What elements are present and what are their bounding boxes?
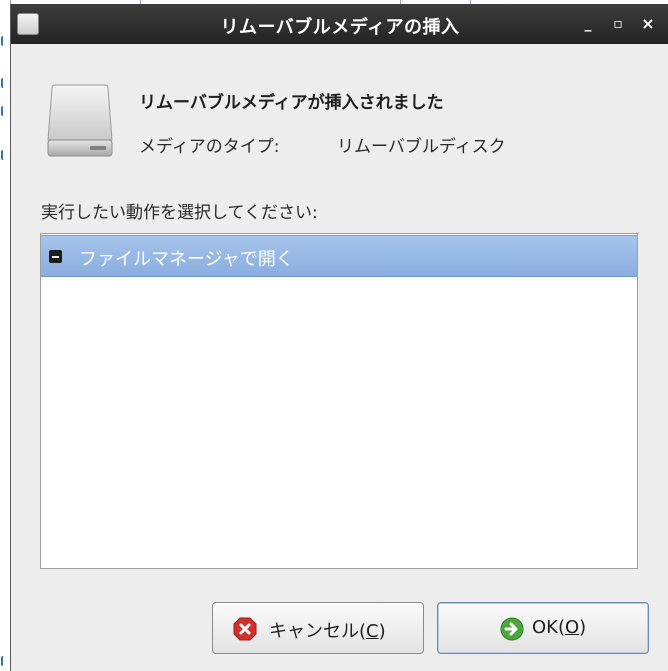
action-list[interactable]: ファイルマネージャで開く: [40, 233, 638, 569]
dialog-heading: リムーバブルメディアが挿入されました: [139, 93, 444, 113]
file-manager-icon: [49, 250, 62, 263]
removable-media-dialog: リムーバブルメディアの挿入 _ ▫ × リムーバブルメディアが挿入されました メ…: [10, 4, 668, 671]
removable-disk-icon: [46, 84, 114, 158]
minimize-button[interactable]: _: [578, 14, 598, 34]
ok-button-label: OK(O): [532, 617, 587, 638]
cancel-icon: [233, 617, 257, 641]
media-type-value: リムーバブルディスク: [337, 137, 506, 157]
cancel-button[interactable]: キャンセル(C): [212, 602, 424, 654]
action-prompt: 実行したい動作を選択してください:: [41, 203, 318, 223]
maximize-button[interactable]: ▫: [608, 14, 628, 34]
action-item-label: ファイルマネージャで開く: [79, 249, 294, 270]
close-button[interactable]: ×: [638, 14, 658, 34]
ok-button[interactable]: OK(O): [437, 602, 649, 654]
ok-arrow-icon: [500, 617, 524, 641]
cancel-button-label: キャンセル(C): [269, 621, 386, 642]
media-type-label: メディアのタイプ:: [139, 137, 280, 157]
action-item-open-file-manager[interactable]: ファイルマネージャで開く: [41, 235, 637, 277]
window-title: リムーバブルメディアの挿入: [220, 17, 460, 38]
title-bar[interactable]: リムーバブルメディアの挿入 _ ▫ ×: [11, 4, 668, 44]
